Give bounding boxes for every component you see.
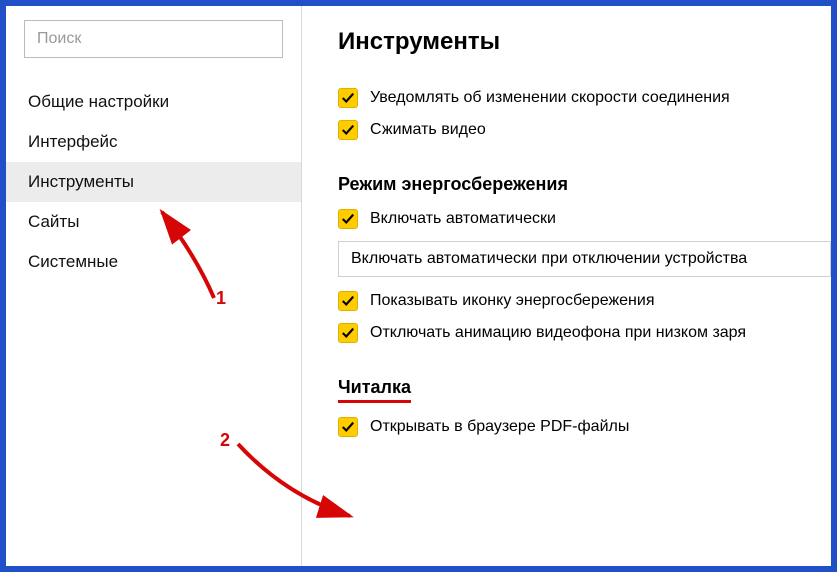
sidebar-item-sites[interactable]: Сайты — [6, 202, 301, 242]
sidebar-item-tools[interactable]: Инструменты — [6, 162, 301, 202]
checkbox-compress-video[interactable] — [338, 120, 358, 140]
checkbox-disable-anim[interactable] — [338, 323, 358, 343]
section-top: Уведомлять об изменении скорости соедине… — [338, 88, 831, 140]
checkbox-notify-speed[interactable] — [338, 88, 358, 108]
check-icon — [341, 326, 355, 340]
search-input[interactable] — [24, 20, 283, 58]
settings-main: Инструменты Уведомлять об изменении скор… — [302, 6, 831, 566]
section-power: Режим энергосбережения Включать автомати… — [338, 174, 831, 343]
settings-sidebar: Общие настройки Интерфейс Инструменты Са… — [6, 6, 302, 566]
power-mode-select[interactable]: Включать автоматически при отключении ус… — [338, 241, 831, 277]
settings-nav: Общие настройки Интерфейс Инструменты Са… — [6, 82, 301, 282]
page-title: Инструменты — [338, 28, 831, 56]
opt-label-open-pdf: Открывать в браузере PDF-файлы — [370, 418, 629, 436]
section-title-reader: Читалка — [338, 377, 831, 403]
check-icon — [341, 123, 355, 137]
checkbox-power-auto[interactable] — [338, 209, 358, 229]
sidebar-item-system[interactable]: Системные — [6, 242, 301, 282]
section-title-power: Режим энергосбережения — [338, 174, 831, 195]
opt-label-disable-anim: Отключать анимацию видеофона при низком … — [370, 324, 746, 342]
checkbox-open-pdf[interactable] — [338, 417, 358, 437]
sidebar-item-interface[interactable]: Интерфейс — [6, 122, 301, 162]
sidebar-item-general[interactable]: Общие настройки — [6, 82, 301, 122]
section-reader: Читалка Открывать в браузере PDF-файлы — [338, 377, 831, 437]
opt-label-notify-speed: Уведомлять об изменении скорости соедине… — [370, 89, 730, 107]
opt-label-show-power-icon: Показывать иконку энергосбережения — [370, 292, 654, 310]
check-icon — [341, 294, 355, 308]
checkbox-show-power-icon[interactable] — [338, 291, 358, 311]
check-icon — [341, 212, 355, 226]
opt-label-power-auto: Включать автоматически — [370, 210, 556, 228]
opt-label-compress-video: Сжимать видео — [370, 121, 486, 139]
check-icon — [341, 420, 355, 434]
check-icon — [341, 91, 355, 105]
